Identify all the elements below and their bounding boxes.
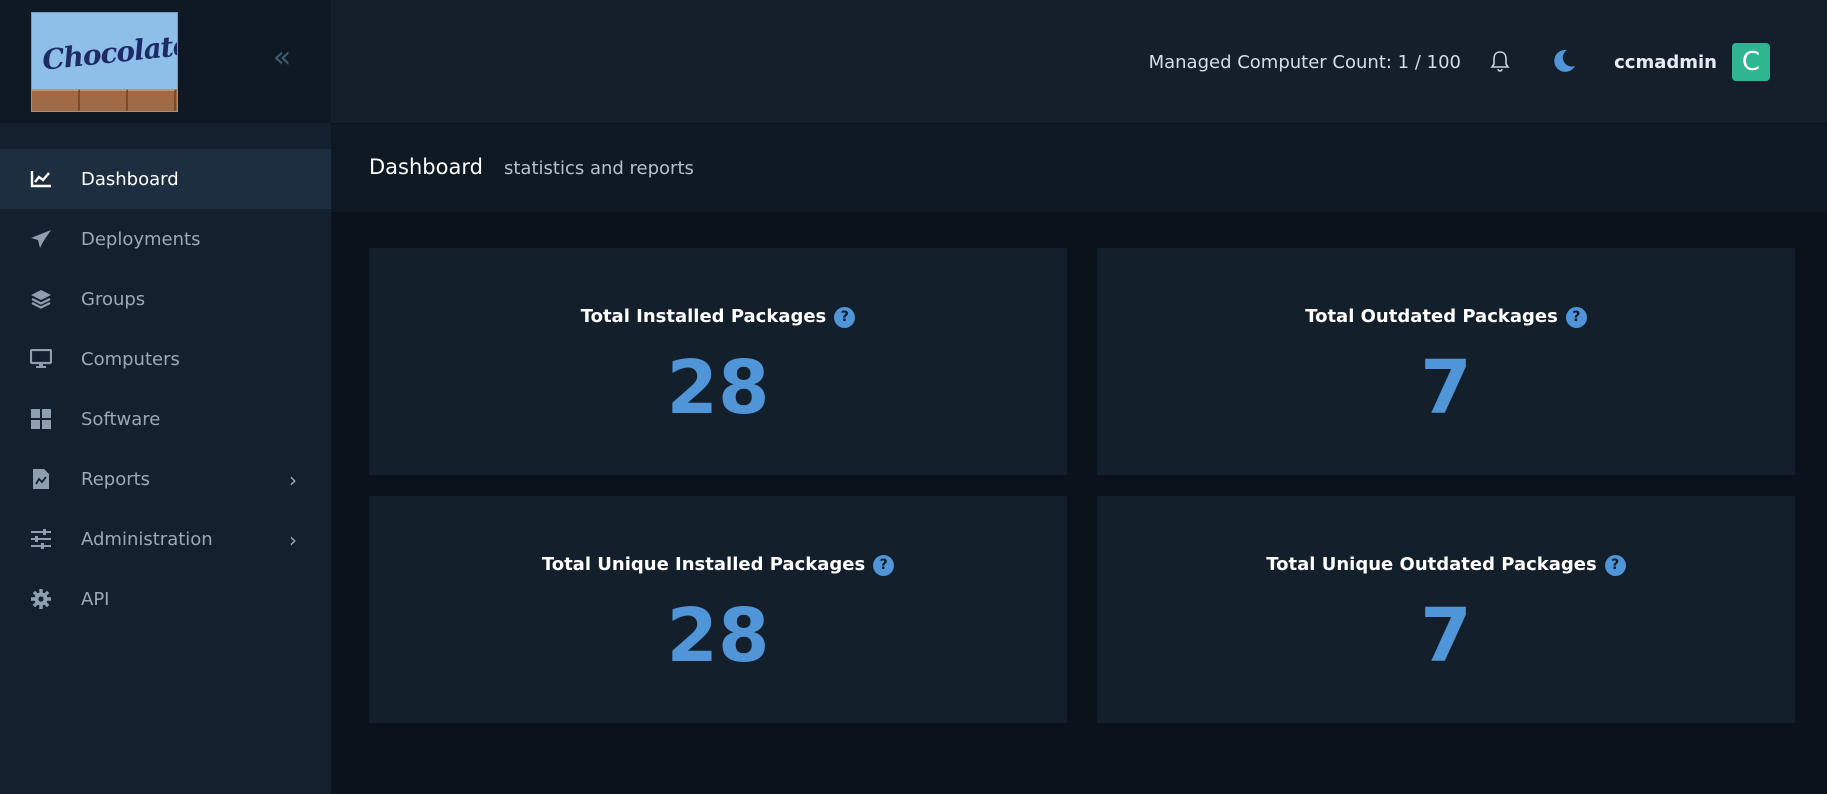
double-chevron-left-icon: « <box>272 40 292 75</box>
stat-card-total-installed: Total Installed Packages? 28 <box>369 248 1067 475</box>
stat-card-unique-outdated: Total Unique Outdated Packages? 7 <box>1097 496 1795 723</box>
logo-bar-segment <box>80 89 128 111</box>
collapse-sidebar-button[interactable]: « <box>268 43 296 73</box>
bell-icon[interactable] <box>1490 50 1510 76</box>
sidebar-item-computers[interactable]: Computers <box>0 329 331 389</box>
sliders-icon <box>29 527 53 551</box>
card-value: 28 <box>666 345 770 431</box>
report-icon <box>29 467 53 491</box>
sidebar-nav: Dashboard Deployments Groups Computers S… <box>0 149 331 629</box>
card-value: 7 <box>1420 345 1472 431</box>
sidebar-item-label: Groups <box>81 288 146 310</box>
moon-icon[interactable] <box>1551 48 1577 78</box>
username[interactable]: ccmadmin <box>1614 52 1717 73</box>
card-title-text: Total Unique Outdated Packages <box>1266 554 1597 575</box>
card-title: Total Unique Outdated Packages? <box>1097 554 1795 576</box>
monitor-icon <box>29 347 53 371</box>
help-icon[interactable]: ? <box>873 555 895 576</box>
sidebar-item-deployments[interactable]: Deployments <box>0 209 331 269</box>
sidebar-item-label: API <box>81 588 110 610</box>
sidebar-item-groups[interactable]: Groups <box>0 269 331 329</box>
chevron-right-icon: › <box>289 468 297 492</box>
card-title-text: Total Outdated Packages <box>1305 306 1558 327</box>
card-title: Total Unique Installed Packages? <box>369 554 1067 576</box>
chart-icon <box>29 167 53 191</box>
page-subtitle: statistics and reports <box>504 158 694 179</box>
card-title: Total Outdated Packages? <box>1097 306 1795 328</box>
avatar[interactable]: C <box>1732 43 1770 81</box>
brand-area: Chocolatey « <box>0 0 331 123</box>
card-value: 7 <box>1420 593 1472 679</box>
sidebar-item-label: Dashboard <box>81 168 179 190</box>
managed-computer-count: Managed Computer Count: 1 / 100 <box>1148 52 1461 73</box>
paper-plane-icon <box>29 227 53 251</box>
sidebar-item-reports[interactable]: Reports › <box>0 449 331 509</box>
stat-card-unique-installed: Total Unique Installed Packages? 28 <box>369 496 1067 723</box>
logo-chocolate-bar <box>32 89 177 111</box>
card-title-text: Total Unique Installed Packages <box>541 554 866 575</box>
sidebar-item-label: Deployments <box>81 228 201 250</box>
logo-bar-segment <box>32 89 80 111</box>
card-title-text: Total Installed Packages <box>580 306 827 327</box>
sidebar-item-dashboard[interactable]: Dashboard <box>0 149 331 209</box>
chevron-right-icon: › <box>289 528 297 552</box>
sidebar-item-software[interactable]: Software <box>0 389 331 449</box>
page-title: Dashboard <box>369 155 483 179</box>
sidebar-item-label: Reports <box>81 468 151 490</box>
layers-icon <box>29 287 53 311</box>
help-icon[interactable]: ? <box>1604 555 1626 576</box>
sidebar-item-label: Software <box>81 408 161 430</box>
sidebar-item-api[interactable]: API <box>0 569 331 629</box>
top-bar: Managed Computer Count: 1 / 100 ccmadmin… <box>331 0 1827 123</box>
sidebar-item-label: Computers <box>81 348 180 370</box>
stat-card-total-outdated: Total Outdated Packages? 7 <box>1097 248 1795 475</box>
card-value: 28 <box>666 593 770 679</box>
sidebar-item-label: Administration <box>81 528 213 550</box>
help-icon[interactable]: ? <box>834 307 856 328</box>
sidebar-item-administration[interactable]: Administration › <box>0 509 331 569</box>
windows-icon <box>29 407 53 431</box>
card-title: Total Installed Packages? <box>369 306 1067 328</box>
logo-bar-segment <box>128 89 176 111</box>
gear-icon <box>29 587 53 611</box>
sidebar: Chocolatey « Dashboard Deployments Group… <box>0 0 331 794</box>
logo-wordmark: Chocolatey <box>40 26 178 77</box>
chocolatey-logo[interactable]: Chocolatey <box>31 12 178 112</box>
page-header: Dashboard statistics and reports <box>331 124 1827 212</box>
help-icon[interactable]: ? <box>1565 307 1587 328</box>
